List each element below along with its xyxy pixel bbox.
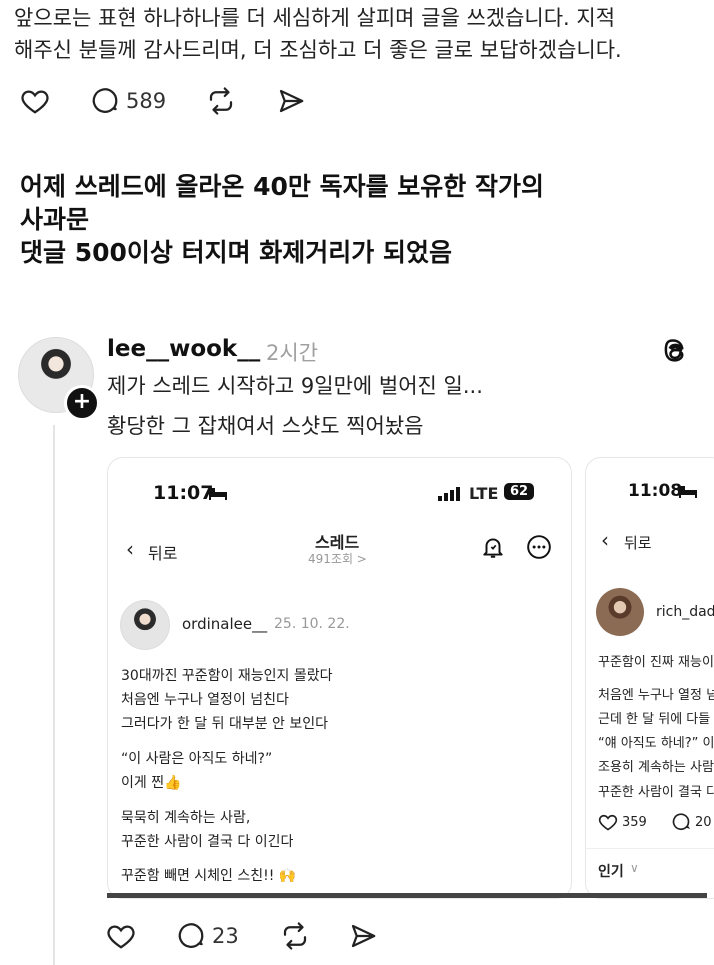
apology-line-1: 앞으로는 표현 하나하나를 더 세심하게 살피며 글을 쓰겠습니다. 지적 [14,6,616,30]
post-time: 2시간 [266,341,319,365]
headline-line-2: 사과문 [20,205,90,234]
reply-button[interactable]: 20 [671,812,712,832]
like-button[interactable]: 359 [598,812,647,832]
like-button[interactable] [20,86,50,116]
thread-line [53,425,55,965]
chevron-left-icon[interactable]: ‹ [601,528,609,552]
share-button[interactable] [276,86,306,116]
repost-button[interactable] [280,921,310,951]
post-date: 25. 10. 22. [274,616,350,632]
body-line: 묵묵히 계속하는 사람, [121,810,251,826]
apology-line-2: 해주신 분들께 감사드리며, 더 조심하고 더 좋은 글로 보답하겠습니다. [14,38,622,62]
follow-plus-icon[interactable]: + [64,385,100,421]
reply-button[interactable]: 23 [176,921,239,951]
bed-icon [208,485,228,504]
bed-icon [678,483,698,502]
status-time: 11:08 [628,481,683,501]
body-line: 꾸준함 빼면 시체인 스친!! 🙌 [121,868,297,884]
post-line-2: 황당한 그 잡채여서 스샷도 찍어놨음 [107,414,424,438]
headline-line-3: 댓글 500이상 터지며 화제거리가 되었음 [20,238,453,267]
heart-icon [598,814,618,831]
network-label: LTE [469,484,499,503]
body-line: 처음엔 누구나 열정 넘 [598,688,714,703]
bell-icon[interactable] [480,534,506,564]
divider [586,848,714,849]
apology-text: 앞으로는 표현 하나하나를 더 세심하게 살피며 글을 쓰겠습니다. 지적 해주… [14,2,704,66]
author-name[interactable]: rich_dad [656,604,714,620]
screenshot-image-1[interactable]: 11:07 LTE 62 ‹ 뒤로 스레드 491조회 > ordinalee_… [107,457,572,899]
body-line: 꾸준한 사람이 결국 다 이긴다 [121,834,294,850]
send-icon [351,924,376,948]
comment-icon [92,88,118,113]
screenshot-image-2[interactable]: 11:08 ‹ 뒤로 rich_dad 꾸준함이 진짜 재능이 처음엔 누구나 … [585,457,714,899]
like-button[interactable] [106,921,136,951]
body-line: 이게 찐👍 [121,775,182,791]
reply-button[interactable]: 589 [90,86,166,116]
body-line: 그러다가 한 달 뒤 대부분 안 보인다 [121,716,329,732]
like-count: 359 [622,814,647,830]
post-username[interactable]: lee__wook__ [107,336,260,362]
repost-icon [209,87,233,115]
comment-icon [672,813,691,831]
signal-icon [438,486,462,505]
screenshot-edge [107,893,707,898]
send-icon [279,89,304,113]
headline-line-1: 어제 쓰레드에 올라온 40만 독자를 보유한 작가의 [20,172,545,201]
post-line-1: 제가 스레드 시작하고 9일만에 벌어진 일... [107,374,483,398]
battery-level: 62 [509,484,529,499]
reply-count: 20 [695,814,712,830]
body-line: “얘 아직도 하네?” 이 [598,736,714,751]
view-count[interactable]: 491조회 > [308,550,367,567]
repost-button[interactable] [206,86,236,116]
heart-icon [107,925,135,949]
headline: 어제 쓰레드에 올라온 40만 독자를 보유한 작가의 사과문 댓글 500이상… [20,170,544,269]
author-avatar[interactable] [120,600,170,650]
more-icon[interactable] [526,534,552,564]
comment-icon [178,923,204,948]
body-line: 조용히 계속하는 사람 [598,760,714,775]
body-line: 처음엔 누구나 열정이 넘친다 [121,692,289,708]
author-avatar[interactable] [596,588,644,636]
body-line: 30대까진 꾸준함이 재능인지 몰랐다 [121,668,333,684]
body-line: “이 사람은 아직도 하네?” [121,751,273,767]
battery-icon: 62 [504,483,534,500]
chevron-left-icon[interactable]: ‹ [126,537,134,561]
back-button[interactable]: 뒤로 [148,540,177,564]
repost-icon [283,922,307,950]
chevron-down-icon[interactable]: ∨ [630,861,639,875]
author-name[interactable]: ordinalee__ [182,615,267,633]
heart-icon [21,90,49,114]
threads-logo-icon[interactable] [660,336,690,370]
sort-dropdown[interactable]: 인기 [598,861,624,881]
reply-count: 589 [126,89,167,113]
back-button[interactable]: 뒤로 [624,532,652,553]
share-button[interactable] [348,921,378,951]
body-line: 꾸준한 사람이 결국 다 [598,785,714,800]
body-line: 근데 한 달 뒤에 다들 [598,712,711,727]
reply-count: 23 [212,924,239,948]
body-line: 꾸준함이 진짜 재능이 [598,655,714,670]
status-time: 11:07 [153,482,214,504]
